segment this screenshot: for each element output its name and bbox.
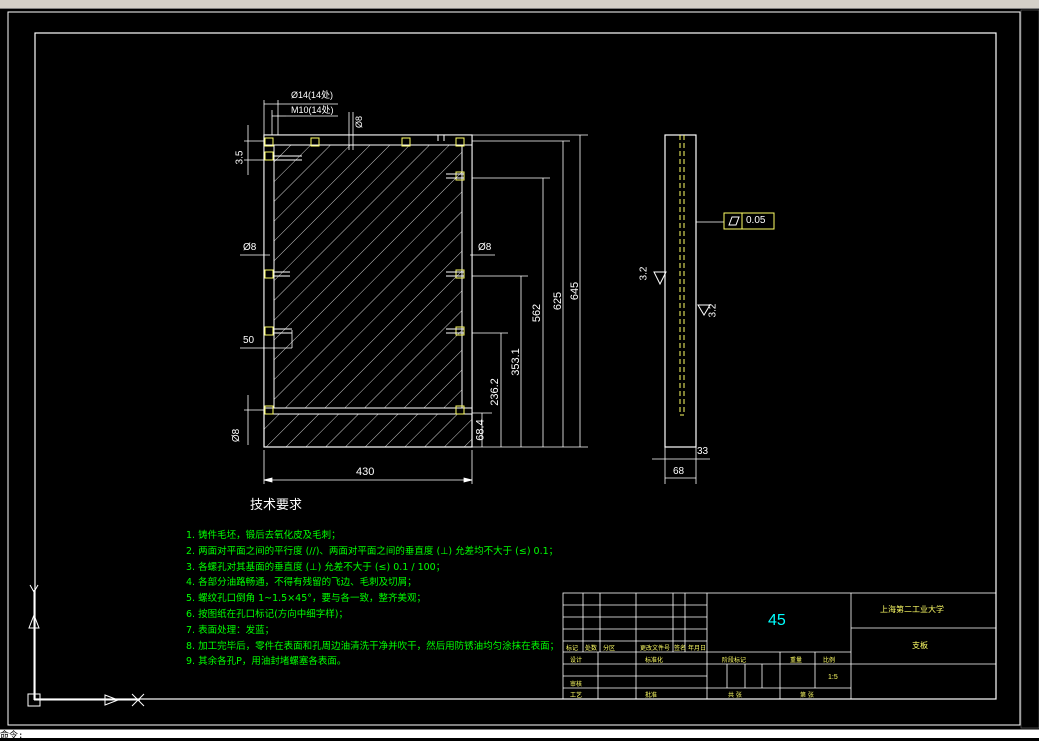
scale-value: 1:5: [828, 674, 838, 681]
tb-label-approve: 批准: [645, 692, 658, 699]
tb-label-sheet-no: 第 张: [800, 692, 814, 699]
dim-dia8-left-label: Ø8: [243, 242, 257, 253]
dim-68-label: 68.4: [474, 419, 487, 441]
tech-requirements-list: 1. 铸件毛坯，锻后去氧化皮及毛刺； 2. 两面对平面之间的平行度 (//)、两…: [186, 528, 559, 670]
tb-label-sign: 签名: [674, 645, 687, 652]
vertical-scrollbar[interactable]: [1020, 9, 1039, 729]
tech-item: 4. 各部分油路畅通，不得有残留的飞边、毛刺及切屑；: [186, 577, 417, 589]
right-channel: [461, 144, 473, 414]
tech-item: 6. 按图纸在孔口标记(方向中细字样)；: [186, 608, 348, 620]
tech-requirements-title: 技术要求: [250, 498, 303, 513]
roughness-3.2-left: 3.2: [638, 266, 650, 281]
tech-item: 5. 螺纹孔口倒角 1~1.5×45°，要与各一致，整齐美观；: [186, 593, 427, 605]
side-dim-33-label: 33: [697, 446, 709, 457]
tb-label-standard: 标准化: [645, 657, 664, 664]
dim-353-label: 353.1: [509, 348, 522, 376]
tech-item: 1. 铸件毛坯，锻后去氧化皮及毛刺；: [186, 530, 341, 541]
dim-50-label: 50: [243, 335, 255, 346]
dim-430-label: 430: [356, 466, 375, 478]
tech-item: 3. 各螺孔对其基面的垂直度 (⊥) 允差不大于 (≤) 0.1 / 100；: [186, 561, 446, 573]
bottom-channel: [263, 407, 473, 415]
tech-item: 8. 加工完毕后，零件在表面和孔周边油清洗干净并吹干，然后用防锈油均匀涂抹在表面…: [186, 640, 560, 652]
tb-label-design: 设计: [570, 657, 583, 664]
side-dim-68-label: 68: [673, 466, 685, 477]
school-name: 上海第二工业大学: [880, 605, 944, 614]
dim-dia8-top-label: Ø8: [354, 115, 365, 129]
tb-label-zone: 分区: [603, 645, 616, 652]
front-view: [263, 134, 473, 448]
command-prompt[interactable]: 命令:: [0, 728, 23, 741]
dim-625-label: 625: [552, 291, 565, 311]
dim-236-label: 236.2: [488, 378, 501, 406]
tb-label-scale: 比例: [823, 657, 836, 664]
tech-item: 7. 表面处理：发蓝；: [186, 624, 275, 636]
left-channel: [263, 144, 275, 414]
ucs-icon: [27, 584, 145, 707]
tb-label-weight: 重量: [790, 657, 803, 664]
dim-dia8-bottom-label: Ø8: [231, 428, 243, 443]
part-name: 支板: [912, 641, 928, 650]
tb-label-mark: 标记: [566, 645, 579, 652]
roughness-3.2-right: 3.2: [707, 303, 719, 318]
plate-outline: [263, 134, 473, 448]
flatness-tolerance-value: 0.05: [746, 215, 766, 226]
material-label: 45: [768, 612, 786, 629]
dim-m10-label: M10(14处): [291, 105, 334, 115]
dim-3.5-label: 3.5: [234, 150, 246, 165]
dim-dia14-label: Ø14(14处): [291, 90, 334, 100]
top-channel: [263, 134, 473, 146]
tb-label-change-doc: 更改文件号: [640, 645, 671, 652]
tb-label-process: 工艺: [570, 692, 583, 699]
tb-label-sheets: 共 张: [728, 692, 742, 699]
tech-item: 2. 两面对平面之间的平行度 (//)、两面对平面之间的垂直度 (⊥) 允差均不…: [186, 545, 559, 557]
tech-item: 9. 其余各孔P，用油封堵螺塞各表面。: [186, 656, 347, 668]
tb-label-date: 年月日: [688, 645, 707, 652]
dim-645-label: 645: [569, 281, 582, 301]
dim-562-label: 562: [531, 303, 544, 323]
dim-dia8-right-label: Ø8: [478, 242, 492, 253]
tb-label-stage: 阶段标记: [722, 657, 747, 664]
tb-label-count: 处数: [585, 645, 598, 652]
tb-label-review: 审核: [570, 681, 583, 688]
